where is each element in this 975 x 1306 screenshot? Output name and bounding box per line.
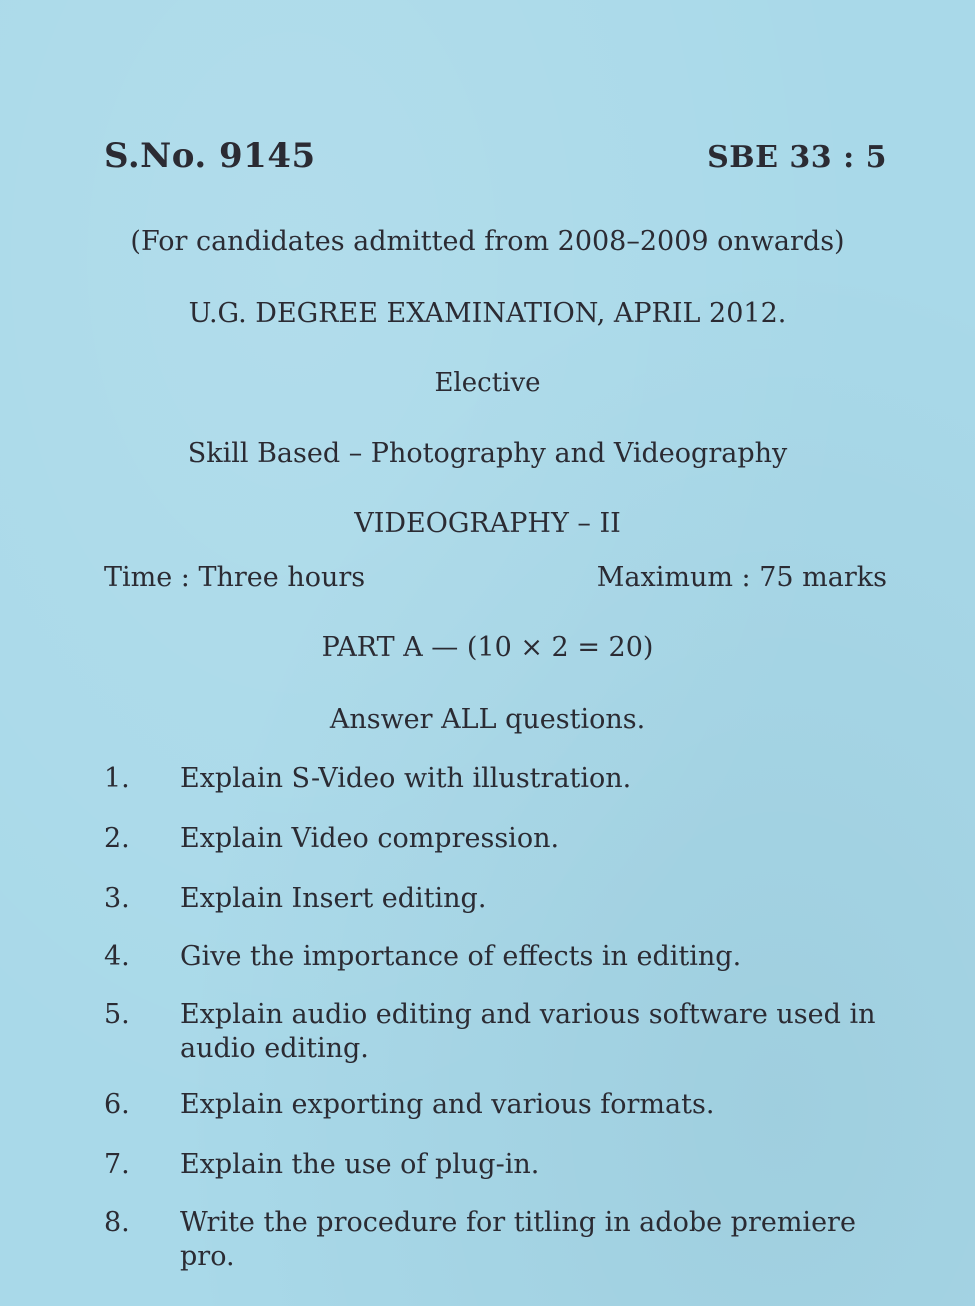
question-number: 1. [104,763,130,794]
time-allowed: Time : Three hours [104,562,366,593]
question-text: Explain exporting and various formats. [180,1089,715,1120]
question-text: Explain the use of plug-in. [180,1149,540,1180]
question-number: 2. [104,823,130,854]
question-number: 5. [104,999,130,1030]
exam-paper: S.No. 9145 SBE 33 : 5 (For candidates ad… [0,0,975,1306]
question-text: Explain Video compression. [180,823,560,854]
instruction: Answer ALL questions. [329,704,646,735]
paper-code: SBE 33 : 5 [707,140,887,175]
question-item: 2. Explain Video compression. [104,822,887,856]
question-number: 6. [104,1089,130,1120]
question-item: 7. Explain the use of plug-in. [104,1148,887,1182]
part-heading: PART A — (10 × 2 = 20) [321,632,654,663]
question-number: 3. [104,883,130,914]
question-text: Explain Insert editing. [180,883,487,914]
question-item: 8. Write the procedure for titling in ad… [104,1206,887,1274]
category: Elective [434,368,541,398]
question-item: 6. Explain exporting and various formats… [104,1088,887,1122]
question-text: Explain audio editing and various softwa… [180,999,876,1064]
admission-note: (For candidates admitted from 2008–2009 … [130,226,845,257]
paper-title: VIDEOGRAPHY – II [354,508,621,539]
question-text: Give the importance of effects in editin… [180,941,742,972]
paper-header: S.No. 9145 SBE 33 : 5 [104,136,887,176]
question-number: 8. [104,1207,130,1238]
question-item: 4. Give the importance of effects in edi… [104,940,887,974]
question-item: 3. Explain Insert editing. [104,882,887,916]
question-text: Write the procedure for titling in adobe… [180,1207,856,1272]
question-item: 1. Explain S-Video with illustration. [104,762,887,796]
serial-number: S.No. 9145 [104,136,316,176]
question-item: 5. Explain audio editing and various sof… [104,998,887,1066]
question-number: 4. [104,941,130,972]
question-number: 7. [104,1149,130,1180]
exam-meta: Time : Three hours Maximum : 75 marks [104,562,887,593]
question-text: Explain S-Video with illustration. [180,763,632,794]
exam-name: U.G. DEGREE EXAMINATION, APRIL 2012. [188,298,787,329]
maximum-marks: Maximum : 75 marks [596,562,887,593]
question-list: 1. Explain S-Video with illustration. 2.… [104,762,887,1274]
subject: Skill Based – Photography and Videograph… [187,438,788,469]
